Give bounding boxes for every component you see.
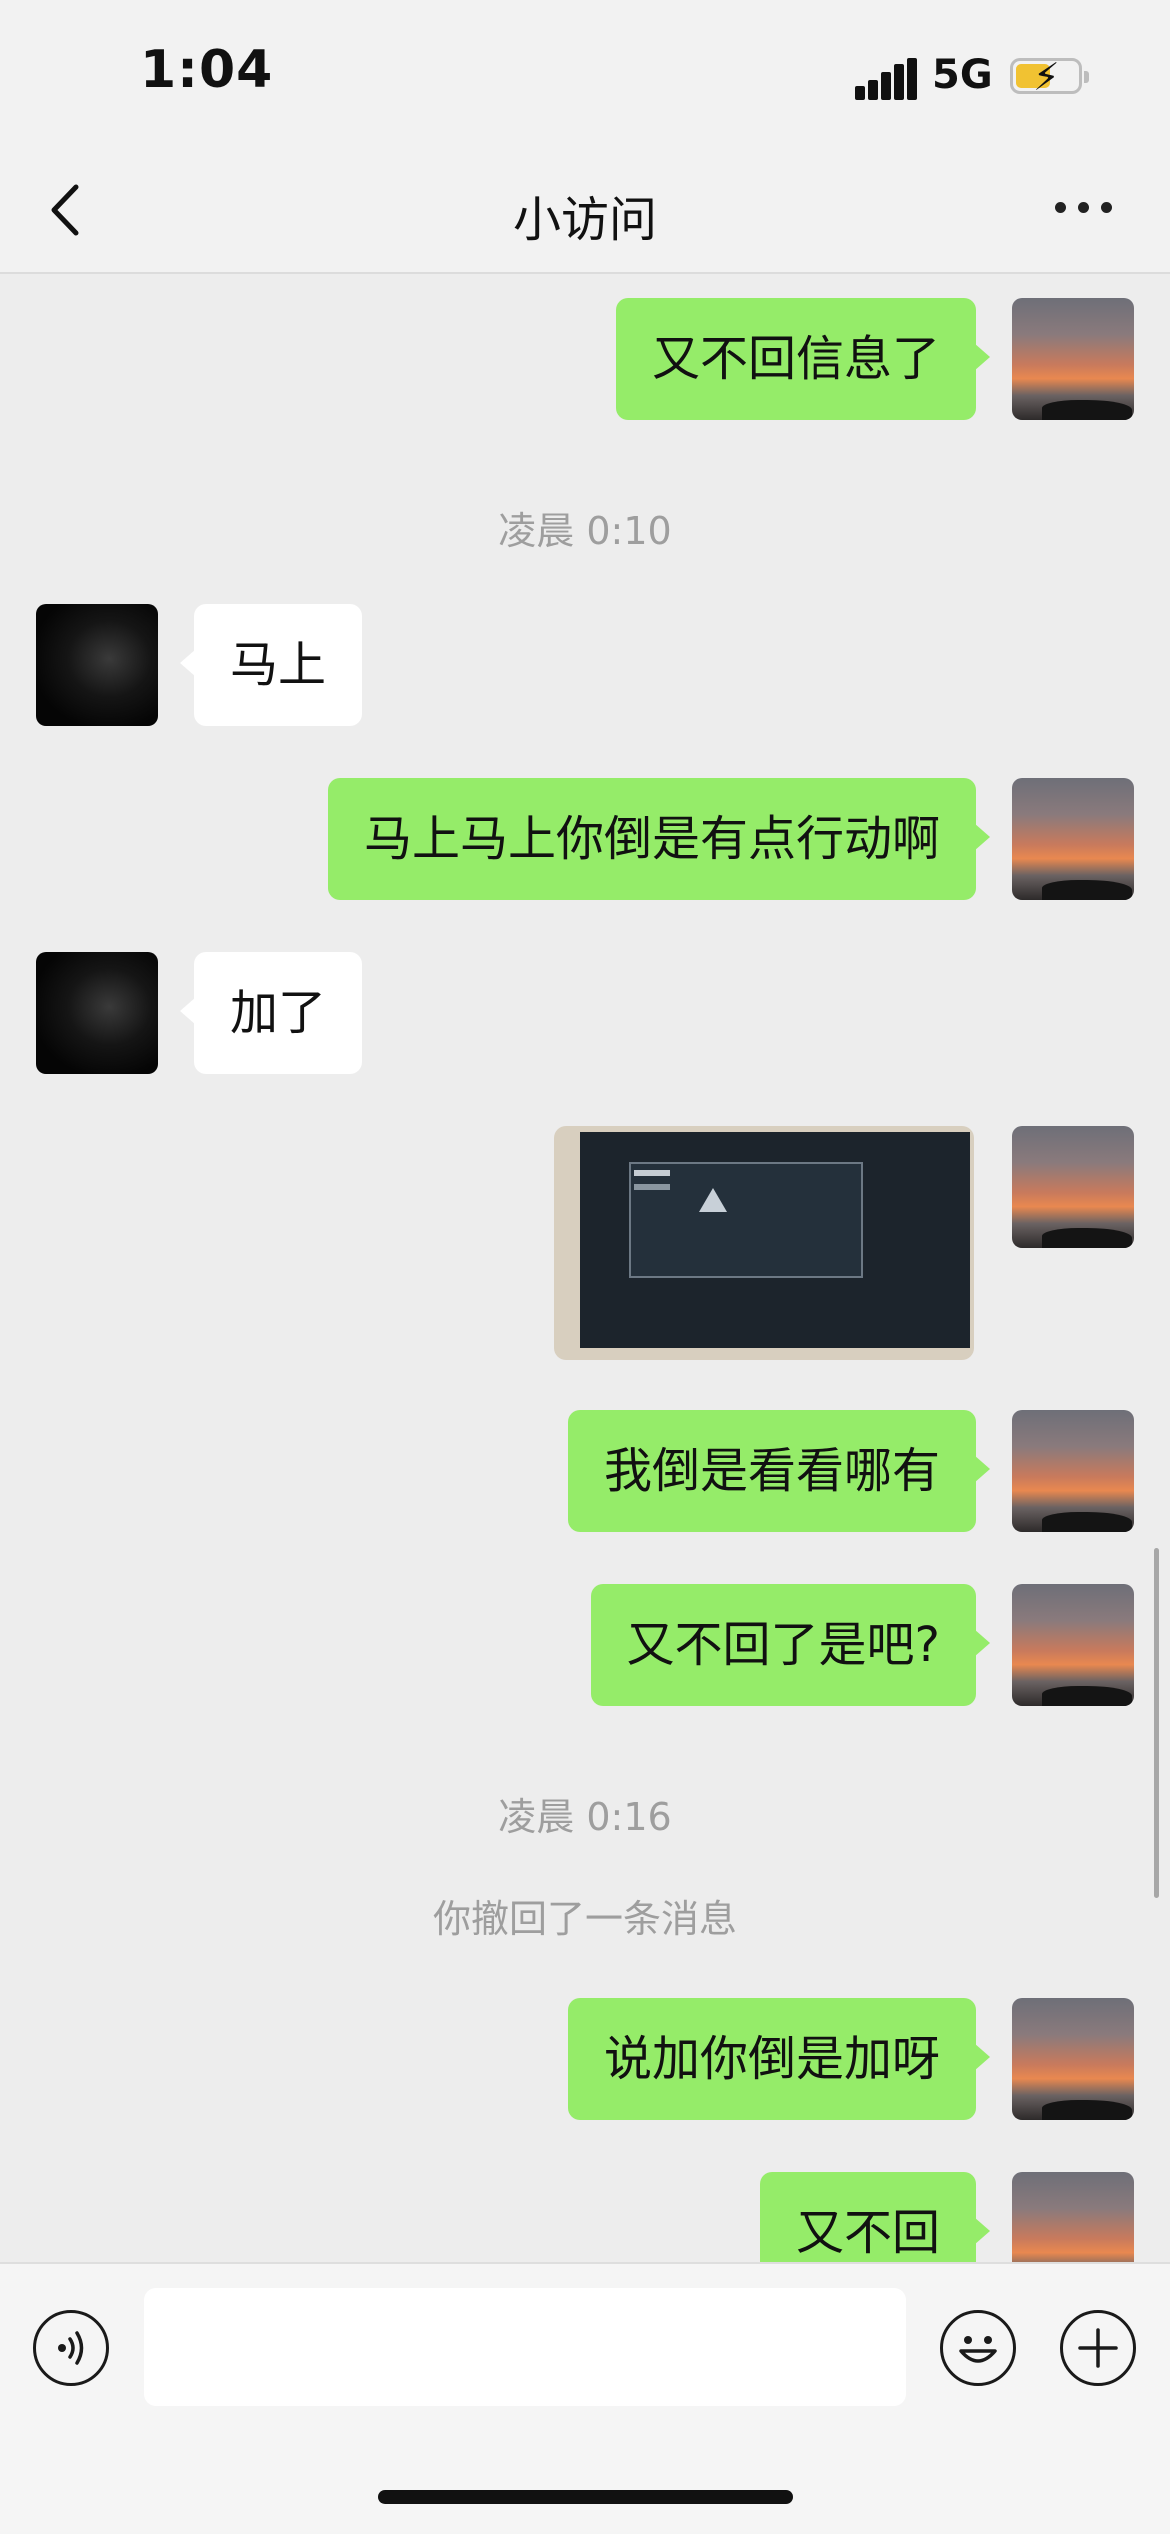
nav-bar: 小访问 [0,150,1170,274]
my-avatar[interactable] [1012,1410,1134,1532]
status-bar: 1:04 5G ⚡ [0,0,1170,150]
more-dots-icon[interactable] [1055,194,1115,218]
my-avatar[interactable] [1012,2172,1134,2262]
timestamp: 凌晨 0:16 [498,1795,672,1839]
scrollbar[interactable] [1154,1548,1159,1898]
message-bubble[interactable]: 马上马上你倒是有点行动啊 [327,778,991,900]
message-bubble[interactable]: 说加你倒是加呀 [567,1998,991,2120]
voice-icon[interactable] [33,2310,109,2386]
message-bubble[interactable]: 我倒是看看哪有 [567,1410,991,1532]
my-avatar[interactable] [1012,1126,1134,1248]
signal-icon [855,58,917,100]
message-bubble[interactable]: 马上 [179,604,363,726]
chat-title: 小访问 [512,192,657,248]
my-avatar[interactable] [1012,298,1134,420]
message-bubble[interactable]: 加了 [179,952,363,1074]
message-bubble[interactable]: 又不回 [759,2172,991,2262]
my-avatar[interactable] [1012,1584,1134,1706]
my-avatar[interactable] [1012,1998,1134,2120]
status-time: 1:04 [140,40,274,100]
contact-avatar[interactable] [36,952,158,1074]
message-list[interactable]: 又不回信息了 凌晨 0:10 马上 马上马上你倒是有点行动啊 加了 我倒是看看哪… [0,274,1170,2262]
message-bubble[interactable]: 又不回信息了 [615,298,991,420]
message-input[interactable] [144,2288,906,2406]
message-bubble[interactable]: 又不回了是吧? [590,1584,991,1706]
home-indicator[interactable] [378,2490,793,2504]
plus-icon[interactable] [1060,2310,1136,2386]
recalled-message-notice: 你撤回了一条消息 [432,1897,737,1941]
contact-avatar[interactable] [36,604,158,726]
my-avatar[interactable] [1012,778,1134,900]
network-type: 5G [932,52,993,98]
battery-charging-icon: ⚡ [1010,55,1089,99]
emoji-icon[interactable] [940,2310,1016,2386]
timestamp: 凌晨 0:10 [498,509,672,553]
image-message[interactable] [554,1126,974,1360]
